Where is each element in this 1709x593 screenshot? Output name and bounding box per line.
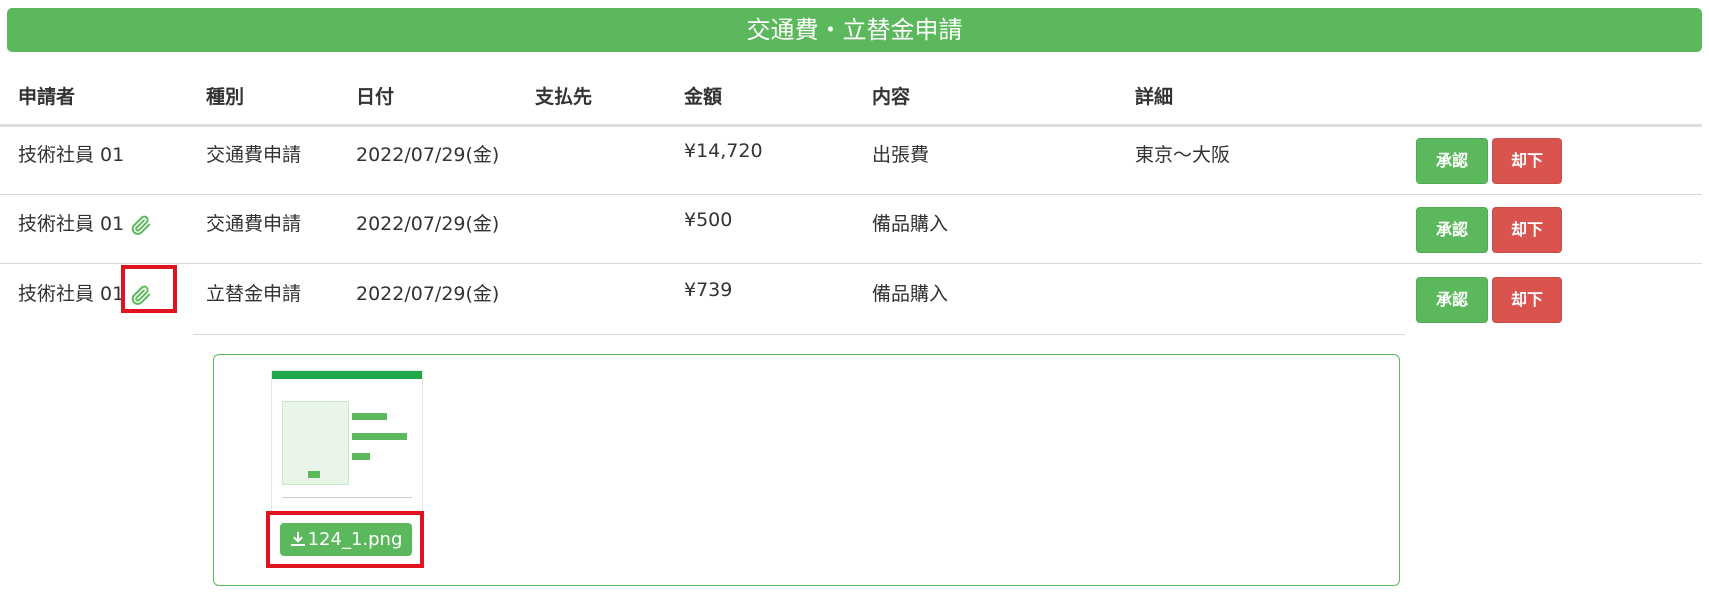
column-header-amount: 金額: [684, 86, 723, 108]
approve-button[interactable]: 承認: [1416, 138, 1488, 184]
content-cell: 備品購入: [872, 213, 949, 235]
type-cell: 立替金申請: [206, 283, 302, 305]
amount-cell: ¥739: [684, 279, 733, 301]
column-header-content: 内容: [872, 86, 911, 108]
page-title: 交通費・立替金申請: [7, 8, 1702, 52]
date-cell: 2022/07/29(金): [356, 283, 500, 305]
column-header-applicant: 申請者: [18, 86, 76, 108]
type-cell: 交通費申請: [206, 213, 302, 235]
thumbnail-button: [308, 471, 320, 478]
table-row: 技術社員 01 交通費申請 2022/07/29(金) ¥14,720 出張費 …: [0, 126, 1702, 195]
table-row: 技術社員 01 立替金申請 2022/07/29(金) ¥739 備品購入 承認…: [0, 265, 1702, 333]
reject-button[interactable]: 却下: [1492, 207, 1562, 253]
applicant-name: 技術社員 01: [18, 213, 125, 235]
thumbnail-header-bar: [272, 371, 422, 379]
reject-button[interactable]: 却下: [1492, 138, 1562, 184]
thumbnail-button: [352, 453, 370, 460]
detail-cell: 東京～大阪: [1135, 144, 1231, 166]
column-header-detail: 詳細: [1135, 86, 1174, 108]
column-header-date: 日付: [356, 86, 395, 108]
amount-cell: ¥14,720: [684, 140, 763, 162]
column-header-type: 種別: [206, 86, 245, 108]
content-cell: 備品購入: [872, 283, 949, 305]
reject-button[interactable]: 却下: [1492, 277, 1562, 323]
table-header: 申請者 種別 日付 支払先 金額 内容 詳細: [0, 58, 1702, 127]
applicant-cell: 技術社員 01: [18, 209, 152, 236]
annotation-highlight-paperclip: [121, 265, 177, 313]
amount-cell: ¥500: [684, 209, 733, 231]
applicant-cell: 技術社員 01: [18, 144, 125, 166]
column-header-payee: 支払先: [535, 86, 593, 108]
type-cell: 交通費申請: [206, 144, 302, 166]
thumbnail-button: [352, 433, 407, 440]
annotation-highlight-download: [266, 511, 424, 568]
date-cell: 2022/07/29(金): [356, 144, 500, 166]
thumbnail-button: [352, 413, 387, 420]
table-row: 技術社員 01 交通費申請 2022/07/29(金) ¥500 備品購入 承認…: [0, 195, 1702, 264]
approve-button[interactable]: 承認: [1416, 207, 1488, 253]
content-cell: 出張費: [872, 144, 930, 166]
applicant-name: 技術社員 01: [18, 283, 125, 305]
attachment-thumbnail[interactable]: [271, 370, 423, 512]
date-cell: 2022/07/29(金): [356, 213, 500, 235]
thumbnail-divider: [282, 497, 412, 498]
attachment-row-divider: [193, 334, 1405, 335]
approve-button[interactable]: 承認: [1416, 277, 1488, 323]
paperclip-icon[interactable]: [130, 214, 152, 236]
